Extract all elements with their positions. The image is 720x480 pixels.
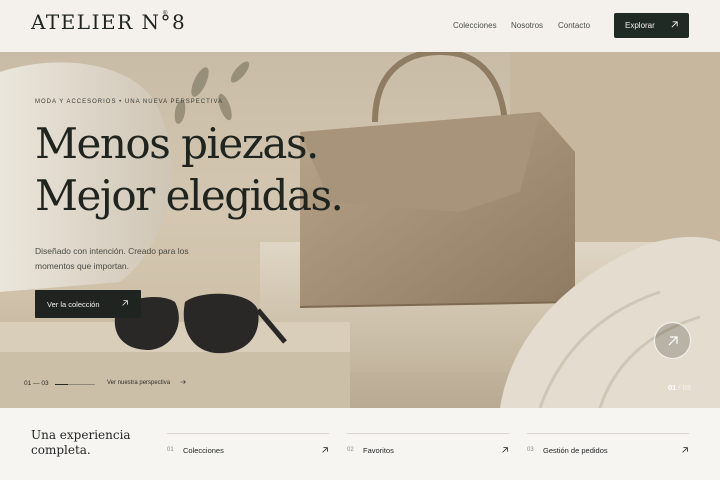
arrow-right-icon[interactable]	[180, 379, 186, 385]
nav-link-colecciones[interactable]: Colecciones	[453, 21, 497, 30]
slide-counter: 01 — 03	[24, 380, 49, 387]
hero-subtitle: Diseñado con intención. Creado para los …	[35, 246, 189, 271]
features-strip: Una experiencia completa. 01 Colecciones…	[0, 408, 720, 480]
hero-kicker: MODA Y ACCESORIOS • UNA NUEVA PERSPECTIV…	[35, 99, 224, 105]
feature-colecciones[interactable]: 01 Colecciones	[167, 433, 329, 463]
arrow-up-right-icon	[502, 447, 508, 453]
feature-label: Gestión de pedidos	[543, 446, 608, 455]
registered-mark: ®	[163, 11, 168, 17]
feature-number: 01	[167, 447, 174, 453]
feature-label: Colecciones	[183, 446, 224, 455]
slide-progress-fill	[55, 384, 69, 385]
view-collection-label: Ver la colección	[47, 299, 100, 309]
arrow-up-right-icon	[671, 21, 678, 28]
headline-line-2: Mejor elegidas.	[35, 171, 344, 220]
feature-number: 03	[527, 447, 534, 453]
feature-gestion-pedidos[interactable]: 03 Gestión de pedidos	[527, 433, 689, 463]
slide-separator: /	[676, 383, 683, 392]
slide-progress	[55, 384, 95, 385]
next-slide-button[interactable]	[654, 322, 691, 359]
slide-index: 01 / 03	[668, 383, 691, 392]
explore-button-label: Explorar	[625, 21, 655, 30]
site-header: ATELIER N°8 ® Colecciones Nosotros Conta…	[0, 0, 720, 52]
nav-link-nosotros[interactable]: Nosotros	[511, 21, 543, 30]
arrow-up-right-icon	[322, 447, 328, 453]
hero-image	[0, 52, 720, 408]
feature-label: Favoritos	[363, 446, 394, 455]
slide-total: 03	[682, 383, 691, 392]
hero-section: MODA Y ACCESORIOS • UNA NUEVA PERSPECTIV…	[0, 52, 720, 408]
view-collection-button[interactable]: Ver la colección	[35, 290, 141, 318]
nav-link-contacto[interactable]: Contacto	[558, 21, 590, 30]
hero-headline: Menos piezas. Mejor elegidas.	[35, 118, 344, 222]
feature-favoritos[interactable]: 02 Favoritos	[347, 433, 509, 463]
feature-number: 02	[347, 447, 354, 453]
arrow-up-right-icon	[682, 447, 688, 453]
experience-title: Una experiencia completa.	[31, 428, 131, 457]
perspective-link[interactable]: Ver nuestra perspectiva	[107, 380, 170, 386]
arrow-up-right-icon	[668, 336, 678, 346]
headline-line-1: Menos piezas.	[35, 119, 319, 168]
explore-button[interactable]: Explorar	[614, 13, 689, 38]
arrow-up-right-icon	[122, 300, 128, 306]
